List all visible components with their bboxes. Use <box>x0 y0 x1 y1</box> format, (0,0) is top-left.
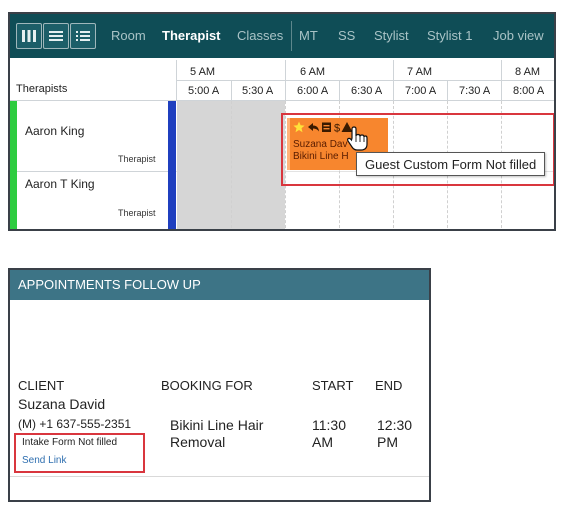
tab-classes[interactable]: Classes <box>237 14 283 58</box>
hour-header: 7 AM <box>407 66 433 78</box>
slot-header: 7:30 A <box>459 85 491 97</box>
grid-line <box>10 171 176 172</box>
slot-header: 8:00 A <box>513 85 545 97</box>
row-divider <box>10 476 429 477</box>
detail-list-view-icon <box>76 31 90 41</box>
grid-line <box>176 80 554 81</box>
grid-line <box>231 80 232 100</box>
tab-stylist[interactable]: Stylist <box>374 14 409 58</box>
start-time: 11:30 <box>312 417 346 433</box>
column-header-booking-for: BOOKING FOR <box>161 378 253 393</box>
grid-line <box>447 80 448 100</box>
hour-header: 6 AM <box>300 66 326 78</box>
hour-header: 8 AM <box>515 66 541 78</box>
hour-header: 5 AM <box>190 66 216 78</box>
panel-title: APPOINTMENTS FOLLOW UP <box>10 270 429 300</box>
tab-job-view[interactable]: Job view <box>493 14 544 58</box>
tab-mt[interactable]: MT <box>299 14 318 58</box>
tab-stylist-1[interactable]: Stylist 1 <box>427 14 473 58</box>
resource-bar <box>168 101 176 229</box>
tab-ss[interactable]: SS <box>338 14 355 58</box>
therapist-role: Therapist <box>118 208 156 218</box>
booking-service: Bikini Line Hair <box>170 417 264 433</box>
start-time-period: AM <box>312 434 333 450</box>
grid-line <box>231 101 232 229</box>
column-header-client: CLIENT <box>18 378 65 393</box>
end-time-period: PM <box>377 434 398 450</box>
client-name[interactable]: Suzana David <box>18 396 105 412</box>
slot-header: 5:00 A <box>188 85 220 97</box>
highlight-box <box>281 113 554 186</box>
grid-line <box>10 80 176 81</box>
view-toolbar: Room Therapist Classes MT SS Stylist Sty… <box>10 14 554 58</box>
slot-header: 6:30 A <box>351 85 383 97</box>
column-header-end: END <box>375 378 403 393</box>
tab-therapist[interactable]: Therapist <box>162 14 221 58</box>
tab-divider <box>291 21 292 51</box>
therapist-role: Therapist <box>118 154 156 164</box>
tab-room[interactable]: Room <box>111 14 146 58</box>
detail-list-view-button[interactable] <box>70 23 96 49</box>
slot-header: 6:00 A <box>297 85 329 97</box>
end-time: 12:30 <box>377 417 413 433</box>
scheduler-panel: Room Therapist Classes MT SS Stylist Sty… <box>8 12 556 231</box>
therapist-status-bar <box>10 101 17 229</box>
highlight-box <box>14 433 145 473</box>
client-phone: (M) +1 637-555-2351 <box>18 417 132 431</box>
therapist-name[interactable]: Aaron T King <box>25 177 95 191</box>
resource-column-header: Therapists <box>16 83 68 95</box>
grid-line <box>339 80 340 100</box>
columns-view-icon <box>22 30 36 42</box>
therapist-name[interactable]: Aaron King <box>25 124 84 138</box>
slot-header: 7:00 A <box>405 85 437 97</box>
booking-service-cont: Removal <box>170 434 226 450</box>
list-view-button[interactable] <box>43 23 69 49</box>
appointments-follow-up-panel: APPOINTMENTS FOLLOW UP CLIENT BOOKING FO… <box>8 268 431 502</box>
slot-header: 5:30 A <box>242 85 274 97</box>
columns-view-button[interactable] <box>16 23 42 49</box>
column-header-start: START <box>312 378 354 393</box>
list-view-icon <box>49 31 63 41</box>
